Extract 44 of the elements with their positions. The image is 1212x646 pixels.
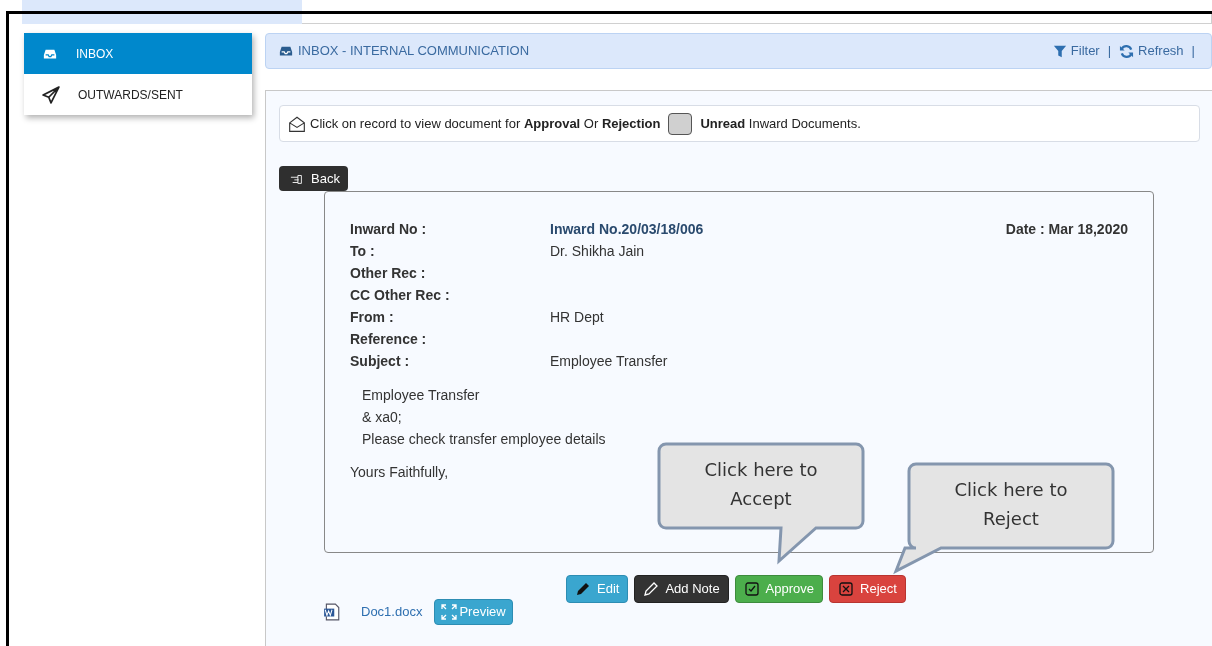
pencil-icon [575,581,591,597]
panel-title: INBOX - INTERNAL COMMUNICATION [298,42,531,61]
envelope-icon [288,114,306,133]
notice-text: Click on record to view document for Approval Or Rejection [310,114,661,133]
checkbox-icon [743,581,760,597]
refresh-icon [1119,43,1135,59]
field-label: CC Other Rec : [350,285,451,305]
field-value: Inward No.20/03/18/006 [550,219,704,239]
action-button[interactable]: Edit [566,575,629,603]
action-button[interactable]: Reject [829,575,906,603]
document-date: Date : Mar 18,2020 [1005,219,1128,239]
attachment-link[interactable]: Doc1.docx [361,602,423,622]
body-text: Employee Transfer [362,386,480,405]
field-label: Subject : [350,351,411,371]
close-icon [838,581,855,597]
field-label: Reference : [350,329,428,349]
field-label: Other Rec : [350,263,427,283]
body-text: Please check transfer employee details [362,430,606,449]
pencil-icon [643,581,660,597]
closing-text: Yours Faithfully, [350,463,449,482]
expand-icon [441,604,458,620]
header-link[interactable]: Filter [1052,41,1100,61]
field-label: Inward No : [350,219,428,239]
action-button[interactable]: Add Note [634,575,729,603]
document-icon [323,603,341,621]
separator-text: | [1107,42,1112,61]
inbox-icon [278,44,294,58]
action-button[interactable]: Approve [734,575,824,603]
field-value: Dr. Shikha Jain [550,241,645,261]
unread-swatch [668,112,693,135]
body-text: & xa0; [362,408,402,427]
back-button[interactable]: Back [279,166,348,191]
field-label: From : [350,307,395,327]
sidebar-item[interactable]: INBOX [24,33,252,74]
preview-button[interactable]: Preview [434,599,513,625]
field-value: Employee Transfer [550,351,668,371]
separator-text: | [1191,42,1195,61]
legend-text: Unread Inward Documents. [700,114,861,133]
header-link[interactable]: Refresh [1119,41,1184,61]
field-value: HR Dept [550,307,604,327]
filter-icon [1052,44,1067,58]
sidebar-item[interactable]: OUTWARDS/SENT [24,74,252,115]
paper-plane-icon [42,85,60,104]
field-label: To : [350,241,376,261]
